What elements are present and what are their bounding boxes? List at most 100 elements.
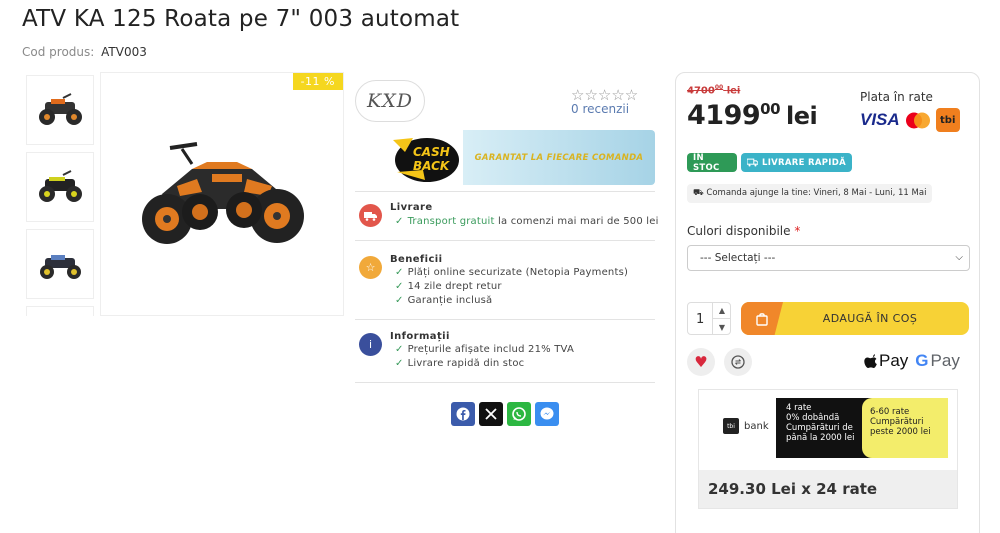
check-icon: ✓ [395, 267, 404, 278]
tbi-bank-logo-text: bank [744, 420, 769, 432]
delivery-text: la comenzi mai mari de 500 lei [498, 216, 659, 227]
thumbnail-3[interactable] [26, 229, 94, 299]
tbi-offer-short: 4 rate 0% dobândă Cumpărături de până la… [776, 398, 876, 458]
info-icon: i [359, 333, 382, 356]
benefit-item: ✓ Garanție inclusă [395, 295, 492, 306]
feature-info: i Informații ✓ Prețurile afișate includ 2… [359, 331, 655, 371]
benefit-text: Garanție inclusă [407, 295, 493, 306]
feature-delivery: Livrare ✓ Transport gratuit la comenzi ma… [359, 202, 658, 242]
product-title: ATV KA 125 Roata pe 7" 003 automat [22, 6, 460, 32]
installment-total: 249.30 Lei x 24 rate [699, 470, 957, 508]
atv-thumbnail-image [39, 170, 82, 202]
apple-pay-text: Pay [879, 351, 909, 370]
delivery-title: Livrare [390, 202, 433, 213]
mastercard-icon [905, 112, 930, 128]
atv-main-image [142, 142, 304, 244]
benefits-title: Beneficii [390, 254, 443, 265]
benefit-item: ✓ Plăți online securizate (Netopia Paymen… [395, 267, 628, 278]
delivery-estimate: ⛟ Comanda ajunge la tine: Vineri, 8 Mai … [687, 184, 933, 203]
discount-badge: -11 % [292, 73, 343, 90]
info-title: Informații [390, 331, 450, 342]
check-icon: ✓ [395, 281, 404, 292]
old-price: 470000 lei [687, 84, 740, 96]
product-code-label: Cod produs: [22, 45, 95, 59]
colors-label-text: Culori disponibile [687, 224, 791, 238]
tbi-logo: tbi [935, 108, 960, 132]
thumbnail-1[interactable] [26, 75, 94, 145]
payment-logos: VISA tbi [860, 108, 960, 132]
messenger-icon[interactable] [535, 402, 559, 426]
divider [355, 319, 655, 320]
offer-line: peste 2000 lei [870, 427, 931, 437]
current-price: 419900 lei [687, 100, 818, 131]
cashback-logo-text-1: CASH [413, 145, 450, 159]
product-code-value: ATV003 [101, 45, 147, 59]
atv-thumbnail-image [39, 93, 82, 125]
apple-icon [864, 353, 877, 368]
brand-logo[interactable]: KXD [355, 80, 425, 122]
check-icon: ✓ [395, 216, 404, 227]
check-icon: ✓ [395, 295, 404, 306]
offer-line: Cumpărături [870, 417, 924, 427]
add-to-cart-button[interactable]: ADAUGĂ ÎN COȘ [741, 302, 969, 335]
visa-logo: VISA [860, 110, 900, 129]
tbi-bank-logo: tbi bank [723, 418, 769, 434]
product-code: Cod produs: ATV003 [22, 45, 147, 59]
fast-delivery-badge: LIVRARE RAPIDĂ [741, 153, 852, 172]
installments-label: Plata în rate [860, 90, 933, 104]
shopping-bag-icon [741, 302, 783, 335]
cashback-logo: CASH BACK [383, 130, 463, 185]
whatsapp-icon[interactable] [507, 402, 531, 426]
offer-line: 6-60 rate [870, 407, 910, 417]
x-icon[interactable] [479, 402, 503, 426]
delivery-estimate-text: Comanda ajunge la tine: Vineri, 8 Mai - … [706, 188, 927, 198]
info-item: ✓ Prețurile afișate includ 21% TVA [395, 344, 574, 355]
add-to-cart-label: ADAUGĂ ÎN COȘ [822, 312, 918, 325]
truck-icon: ⛟ [693, 188, 704, 198]
price-int: 4199 [687, 100, 761, 131]
thumbnail-2[interactable] [26, 152, 94, 222]
heart-icon: ♥ [694, 353, 708, 371]
facebook-icon[interactable] [451, 402, 475, 426]
old-price-int: 4700 [687, 85, 715, 97]
purchase-card: 470000 lei 419900 lei Plata în rate VISA … [675, 72, 980, 533]
price-dec: 00 [760, 100, 781, 118]
benefit-item: ✓ 14 zile drept retur [395, 281, 502, 292]
quantity-decrease-button[interactable]: ▼ [712, 319, 731, 335]
thumbnail-more[interactable] [26, 306, 94, 316]
favorite-button[interactable]: ♥ [687, 348, 715, 376]
price-currency: lei [786, 102, 818, 130]
quantity-increase-button[interactable]: ▲ [712, 303, 731, 319]
fast-delivery-label: LIVRARE RAPIDĂ [762, 157, 846, 168]
main-product-image[interactable]: -11 % [100, 72, 344, 316]
check-icon: ✓ [395, 344, 404, 355]
check-icon: ✓ [395, 358, 404, 369]
divider [355, 240, 655, 241]
feature-benefits: ☆ Beneficii ✓ Plăți online securizate (Ne… [359, 254, 655, 314]
share-buttons [451, 402, 559, 426]
wallet-logos: Pay G Pay [864, 351, 960, 371]
delivery-line: ✓ Transport gratuit la comenzi mai mari d… [395, 216, 659, 227]
delivery-highlight: Transport gratuit [407, 216, 495, 227]
divider [355, 191, 655, 192]
compare-button[interactable] [724, 348, 752, 376]
chevron-down-icon: ⌵ [955, 252, 963, 263]
color-select[interactable]: --- Selectați --- ⌵ [687, 245, 970, 271]
tbi-bank-financing[interactable]: tbi bank 4 rate 0% dobândă Cumpărături de… [698, 389, 958, 509]
quantity-stepper[interactable]: 1 ▲ ▼ [687, 302, 731, 335]
cashback-logo-text-2: BACK [413, 159, 450, 173]
quantity-value[interactable]: 1 [696, 312, 704, 327]
truck-icon [747, 158, 758, 167]
apple-pay-logo: Pay [864, 351, 908, 371]
reviews-link[interactable]: 0 recenzii [571, 102, 629, 116]
tbi-bank-logo-square: tbi [723, 418, 739, 434]
info-item: ✓ Livrare rapidă din stoc [395, 358, 524, 369]
cashback-banner[interactable]: CASH BACK GARANTAT LA FIECARE COMANDA [383, 130, 655, 185]
thumbnail-list [26, 75, 94, 323]
divider [355, 382, 655, 383]
google-pay-logo: G Pay [915, 351, 960, 371]
color-select-value: --- Selectați --- [700, 252, 776, 264]
truck-icon [359, 204, 382, 227]
in-stock-badge: ÎN STOC [687, 153, 737, 173]
old-price-dec: 00 [714, 84, 724, 91]
